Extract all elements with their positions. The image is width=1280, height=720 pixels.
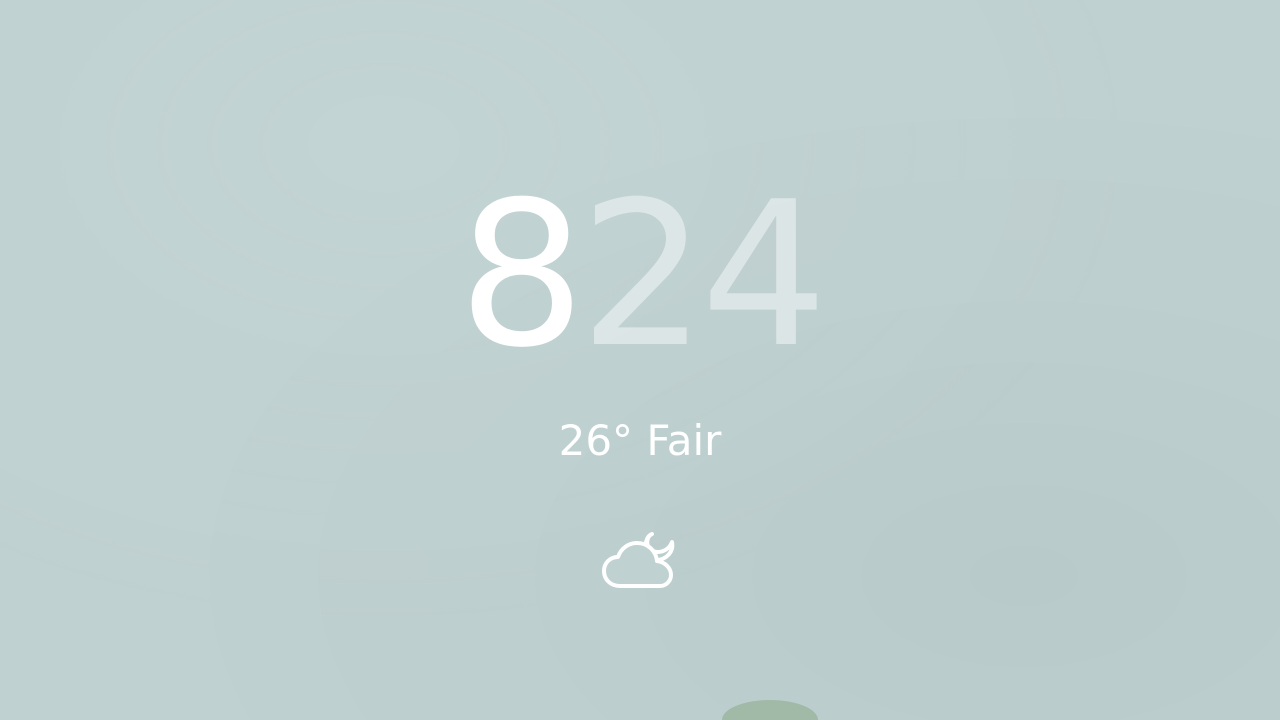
lock-screen: 824 26° Fair xyxy=(0,0,1280,720)
clock-minutes: 24 xyxy=(579,159,827,392)
weather-temperature: 26° xyxy=(558,416,634,465)
clock-hour: 8 xyxy=(458,159,585,392)
weather-summary[interactable]: 26° Fair xyxy=(0,416,1280,466)
cloud-moon-icon xyxy=(600,522,678,590)
weather-condition: Fair xyxy=(646,416,722,465)
wallpaper-leaf xyxy=(722,700,818,720)
clock: 824 xyxy=(0,176,1280,376)
